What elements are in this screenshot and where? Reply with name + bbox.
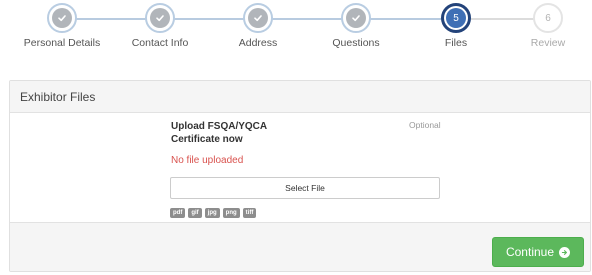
- step-review: 6 Review: [498, 3, 592, 49]
- step-circle: [47, 3, 77, 33]
- check-icon: [352, 15, 360, 22]
- optional-label: Optional: [409, 120, 441, 130]
- step-contact-info[interactable]: Contact Info: [110, 3, 210, 49]
- exhibitor-files-panel: Exhibitor Files Upload FSQA/YQCA Certifi…: [9, 80, 591, 272]
- step-number: 6: [538, 8, 558, 28]
- upload-title: Upload FSQA/YQCA Certificate now: [171, 121, 267, 145]
- check-icon: [156, 15, 164, 22]
- step-address[interactable]: Address: [208, 3, 308, 49]
- step-personal-details[interactable]: Personal Details: [12, 3, 112, 49]
- upload-status: No file uploaded: [171, 155, 244, 166]
- step-circle: [145, 3, 175, 33]
- step-label: Review: [530, 37, 566, 49]
- continue-button[interactable]: Continue: [492, 237, 584, 267]
- step-circle: [341, 3, 371, 33]
- arrow-right-circle-icon: [559, 246, 571, 258]
- panel-footer: Continue: [10, 222, 590, 271]
- select-file-button[interactable]: Select File: [170, 177, 440, 199]
- step-circle: [243, 3, 273, 33]
- step-circle-current: 5: [441, 3, 471, 33]
- check-icon: [254, 15, 262, 22]
- step-label: Personal Details: [23, 37, 101, 49]
- format-badge: jpg: [204, 208, 220, 218]
- continue-label: Continue: [505, 245, 555, 259]
- panel-title: Exhibitor Files: [10, 81, 590, 113]
- step-label: Address: [238, 37, 278, 49]
- step-files[interactable]: 5 Files: [406, 3, 506, 49]
- step-label: Files: [444, 37, 468, 49]
- step-questions[interactable]: Questions: [306, 3, 406, 49]
- allowed-formats: pdf gif jpg png tiff: [170, 208, 257, 218]
- format-badge: png: [222, 208, 240, 218]
- progress-stepper: Personal Details Contact Info Address Qu…: [0, 0, 592, 60]
- format-badge: pdf: [170, 208, 186, 218]
- step-circle-pending: 6: [533, 3, 563, 33]
- format-badge: gif: [188, 208, 202, 218]
- upload-section: Upload FSQA/YQCA Certificate now Optiona…: [10, 113, 590, 221]
- step-number: 5: [446, 8, 466, 28]
- step-label: Contact Info: [131, 37, 189, 49]
- step-label: Questions: [332, 37, 380, 49]
- format-badge: tiff: [242, 208, 257, 218]
- check-icon: [58, 15, 66, 22]
